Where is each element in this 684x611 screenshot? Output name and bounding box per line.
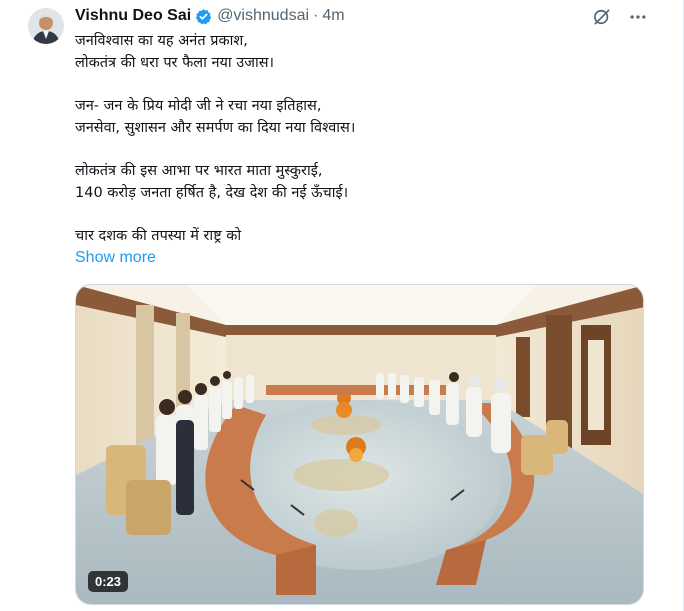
more-dots-icon[interactable]	[627, 6, 649, 28]
tweet-line: लोकतंत्र की इस आभा पर भारत माता मुस्कुरा…	[75, 163, 323, 179]
tweet-paragraph: जनविश्वास का यह अनंत प्रकाश, लोकतंत्र की…	[75, 30, 635, 74]
tweet-line: जनविश्वास का यह अनंत प्रकाश,	[75, 33, 248, 49]
tweet-line: 140 करोड़ जनता हर्षित है, देख देश की नई …	[75, 185, 349, 201]
grok-icon[interactable]	[591, 6, 613, 28]
tweet-header: Vishnu Deo Sai @vishnudsai · 4m	[75, 6, 345, 26]
video-duration-badge: 0:23	[88, 571, 129, 592]
tweet-text: जनविश्वास का यह अनंत प्रकाश, लोकतंत्र की…	[75, 30, 635, 247]
video-thumbnail	[76, 285, 643, 604]
tweet-line: जनसेवा, सुशासन और समर्पण का दिया नया विश…	[75, 120, 356, 136]
tweet-timestamp[interactable]: 4m	[322, 7, 344, 25]
avatar-image	[28, 8, 64, 44]
show-more-link[interactable]: Show more	[75, 249, 156, 267]
tweet-line: चार दशक की तपस्या में राष्ट्र को	[75, 228, 242, 244]
separator-dot: ·	[313, 7, 319, 24]
tweet-line: लोकतंत्र की धरा पर फैला नया उजास।	[75, 55, 275, 71]
tweet-paragraph: जन- जन के प्रिय मोदी जी ने रचा नया इतिहा…	[75, 95, 635, 139]
avatar[interactable]	[28, 8, 64, 44]
author-handle[interactable]: @vishnudsai	[217, 7, 309, 25]
tweet-actions-top	[591, 6, 649, 28]
tweet-card: Vishnu Deo Sai @vishnudsai · 4m जनविश्वा…	[0, 0, 684, 611]
verified-badge-icon	[195, 8, 212, 25]
tweet-line: जन- जन के प्रिय मोदी जी ने रचा नया इतिहा…	[75, 98, 322, 114]
tweet-paragraph: लोकतंत्र की इस आभा पर भारत माता मुस्कुरा…	[75, 160, 635, 204]
tweet-video[interactable]: 0:23	[75, 284, 644, 605]
tweet-paragraph: चार दशक की तपस्या में राष्ट्र को	[75, 225, 635, 247]
author-name[interactable]: Vishnu Deo Sai	[75, 7, 191, 25]
